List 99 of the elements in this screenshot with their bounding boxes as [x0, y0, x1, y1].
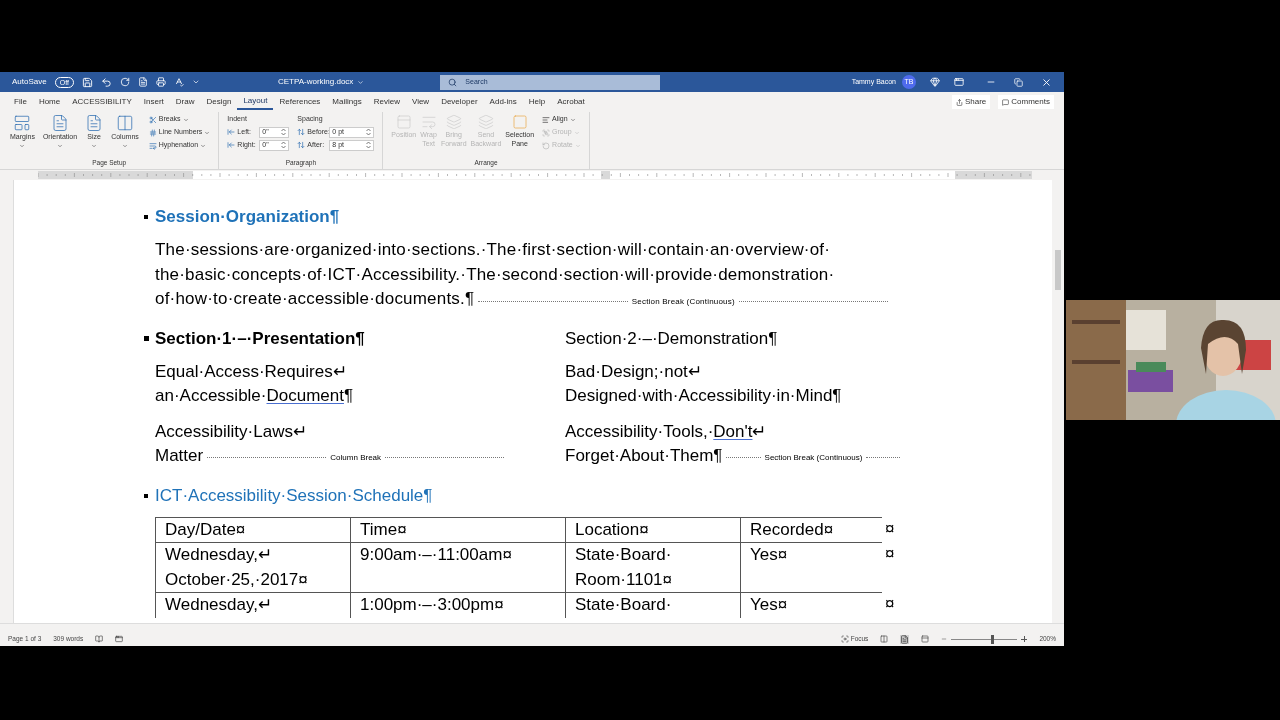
column-header: Time¤: [350, 516, 565, 542]
table-cell: State·Board· Room·1101¤: [565, 542, 740, 592]
column-heading: Section·1·–·Presentation¶: [144, 325, 565, 352]
window-title[interactable]: CETPA-working.docx: [277, 76, 354, 88]
column-header: Location¤: [565, 516, 740, 542]
zoom-thumb[interactable]: [990, 634, 994, 644]
restore-icon[interactable]: [1014, 77, 1023, 87]
paragraph-line: Designed·with·Accessibility·in·Mind¶: [565, 384, 843, 407]
arrange-icon: [542, 128, 551, 137]
share-button[interactable]: Share: [951, 95, 991, 109]
print-layout-icon[interactable]: [900, 634, 910, 644]
break-label: Section Break (Continuous): [630, 297, 736, 306]
spinner-icon[interactable]: [366, 141, 372, 149]
ribbon-tab[interactable]: File: [8, 94, 33, 110]
paragraph-line: the·basic·concepts·of·ICT·Accessibility.·The·second·section·will·provide·demonstration·: [155, 263, 836, 286]
table-cell: Yes¤: [740, 592, 882, 618]
paragraph-line: of·how·to·create·accessible·documents.¶: [155, 288, 475, 310]
ribbon-tab[interactable]: Add-ins: [483, 94, 523, 110]
ribbon-display-icon[interactable]: [954, 77, 964, 87]
paragraph-mark: [144, 493, 148, 498]
table-cell: Yes¤: [740, 542, 882, 592]
spinner-icon[interactable]: [366, 128, 372, 136]
spacing-icon: [227, 141, 236, 149]
ribbon-tab[interactable]: Layout: [237, 94, 274, 110]
row-end-mark: ¤: [884, 517, 895, 540]
row-end-mark: ¤: [884, 543, 895, 565]
ribbon-tab[interactable]: Draw: [169, 94, 201, 110]
paragraph-line: Matter: [155, 444, 204, 467]
arrange-icon: [445, 114, 462, 130]
search-icon: [448, 77, 458, 87]
table-cell: Wednesday,↵: [155, 592, 350, 618]
arrange-icon: [511, 114, 528, 130]
ribbon-tab[interactable]: Acrobat: [551, 94, 591, 110]
table-cell: 9:00am·–·11:00am¤: [350, 542, 565, 592]
paragraph-line: Accessibility·Tools,·Don't↵: [565, 420, 768, 443]
undo-icon[interactable]: [100, 76, 112, 88]
caret-icon: [121, 142, 128, 149]
row-end-mark: ¤: [884, 593, 895, 615]
column-header: Recorded¤: [740, 516, 882, 542]
heading: ICT·Accessibility·Session·Schedule¶: [155, 484, 434, 507]
paragraph-mark: [144, 215, 148, 219]
column-header: Day/Date¤: [155, 516, 350, 542]
paragraph-line: Bad·Design;·not↵: [565, 360, 703, 383]
save-icon[interactable]: [81, 76, 93, 88]
ribbon-tab[interactable]: Developer: [435, 94, 484, 110]
read-mode-icon[interactable]: [880, 635, 889, 643]
caret-icon: [19, 142, 26, 149]
paragraph-line: an·Accessible·Document¶: [155, 384, 355, 407]
spinner-icon[interactable]: [281, 128, 287, 136]
arrange-icon: [420, 114, 437, 130]
comment-icon: [1002, 98, 1010, 106]
ribbon-tab[interactable]: Help: [522, 94, 552, 110]
share-icon: [955, 98, 963, 106]
redo-icon[interactable]: [119, 77, 130, 87]
document-icon[interactable]: [137, 77, 148, 87]
table-cell: State·Board·: [565, 592, 740, 618]
arrange-icon: [395, 114, 412, 130]
break-label: Column Break: [329, 453, 383, 462]
ribbon-tab[interactable]: Mailings: [326, 94, 368, 110]
zoom-in-icon[interactable]: [1021, 636, 1028, 642]
spinner-icon[interactable]: [281, 141, 287, 149]
printer-icon[interactable]: [155, 77, 166, 87]
caret-icon: [182, 116, 189, 123]
customize-icon[interactable]: [191, 78, 200, 86]
spacing-icon: [297, 128, 306, 136]
spacing-icon: [227, 128, 236, 136]
ribbon-tab[interactable]: ACCESSIBILITY: [66, 94, 138, 110]
paragraph-line: Equal·Access·Requires↵: [155, 360, 348, 383]
break-label: Section Break (Continuous): [763, 453, 864, 462]
heading: Session·Organization¶: [155, 206, 341, 228]
caret-icon[interactable]: [357, 78, 365, 86]
spelling-icon[interactable]: [173, 77, 184, 87]
vertical-scrollbar[interactable]: [1052, 180, 1064, 623]
paragraph-line: The·sessions·are·organized·into·sections.·The·first·section·will·contain·an·overview·of·: [155, 239, 832, 261]
paragraph-line: Accessibility·Laws↵: [155, 420, 308, 443]
horizontal-scrollbar[interactable]: [0, 623, 1064, 632]
column-heading: Section·2·–·Demonstration¶: [564, 327, 779, 350]
comments-button[interactable]: Comments: [998, 95, 1054, 109]
arrange-icon: [542, 141, 551, 150]
proofing-icon[interactable]: [95, 635, 104, 643]
ribbon-tab[interactable]: Design: [200, 94, 238, 110]
paragraph-line: Forget·About·Them¶: [565, 444, 723, 467]
ribbon-tab[interactable]: Home: [32, 94, 67, 110]
ribbon-tab[interactable]: References: [273, 94, 327, 110]
focus-icon: [840, 635, 849, 643]
arrange-icon: [477, 114, 494, 130]
caret-icon: [91, 142, 98, 149]
table-cell: 1:00pm·–·3:00pm¤: [350, 592, 565, 618]
arrange-icon: [542, 115, 551, 124]
web-layout-icon[interactable]: [921, 635, 930, 643]
diamond-icon[interactable]: [930, 77, 940, 87]
caret-icon: [57, 142, 64, 149]
autosave-label: AutoSave: [12, 76, 47, 88]
ribbon-tab[interactable]: Review: [367, 94, 406, 110]
spacing-icon: [297, 141, 306, 149]
ribbon-tab[interactable]: Insert: [137, 94, 170, 110]
close-icon[interactable]: [1041, 76, 1052, 88]
ribbon-tab[interactable]: View: [405, 94, 436, 110]
table-cell: Wednesday,↵ October·25,·2017¤: [155, 542, 350, 592]
